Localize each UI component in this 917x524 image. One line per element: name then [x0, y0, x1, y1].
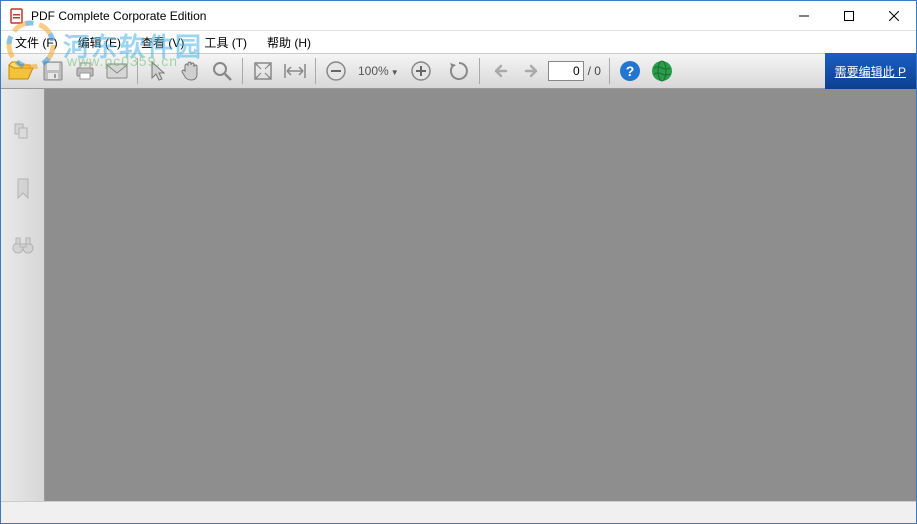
web-button[interactable]	[647, 56, 677, 86]
arrow-left-icon	[490, 62, 510, 80]
menu-view[interactable]: 查看 (V)	[131, 32, 194, 53]
next-page-button[interactable]	[517, 56, 547, 86]
email-button[interactable]	[102, 56, 132, 86]
plus-circle-icon	[410, 60, 432, 82]
menu-edit[interactable]: 编辑 (E)	[68, 32, 131, 53]
hand-icon	[179, 60, 201, 82]
printer-icon	[74, 60, 96, 82]
fit-width-button[interactable]	[280, 56, 310, 86]
window-title: PDF Complete Corporate Edition	[31, 9, 781, 23]
sidebar	[1, 89, 45, 501]
zoom-level-dropdown[interactable]: 100%▼	[352, 64, 405, 78]
titlebar: PDF Complete Corporate Edition	[1, 1, 916, 31]
menu-help[interactable]: 帮助 (H)	[257, 32, 321, 53]
help-button[interactable]: ?	[615, 56, 645, 86]
rotate-icon	[448, 60, 470, 82]
toolbar-separator	[242, 58, 243, 84]
zoom-out-button[interactable]	[321, 56, 351, 86]
fit-width-icon	[283, 62, 307, 80]
menubar: 文件 (F) 编辑 (E) 查看 (V) 工具 (T) 帮助 (H)	[1, 31, 916, 53]
document-viewport[interactable]	[45, 89, 916, 501]
toolbar-separator	[137, 58, 138, 84]
toolbar-separator	[609, 58, 610, 84]
page-total-label: / 0	[588, 64, 601, 78]
save-icon	[42, 60, 64, 82]
statusbar	[1, 501, 916, 523]
help-icon: ?	[619, 60, 641, 82]
binoculars-icon	[11, 235, 35, 255]
fit-page-icon	[252, 60, 274, 82]
thumbnails-icon	[12, 122, 34, 144]
svg-text:?: ?	[626, 63, 635, 79]
open-button[interactable]	[6, 56, 36, 86]
cursor-icon	[149, 60, 167, 82]
close-button[interactable]	[871, 1, 916, 30]
hand-tool-button[interactable]	[175, 56, 205, 86]
minimize-button[interactable]	[781, 1, 826, 30]
select-tool-button[interactable]	[143, 56, 173, 86]
bookmarks-panel-button[interactable]	[9, 175, 37, 203]
toolbar-separator	[315, 58, 316, 84]
maximize-button[interactable]	[826, 1, 871, 30]
zoom-tool-button[interactable]	[207, 56, 237, 86]
toolbar-separator	[479, 58, 480, 84]
minus-circle-icon	[325, 60, 347, 82]
thumbnails-panel-button[interactable]	[9, 119, 37, 147]
search-panel-button[interactable]	[9, 231, 37, 259]
envelope-icon	[106, 62, 128, 80]
menu-file[interactable]: 文件 (F)	[5, 32, 68, 53]
fit-page-button[interactable]	[248, 56, 278, 86]
app-icon	[9, 8, 25, 24]
print-button[interactable]	[70, 56, 100, 86]
folder-open-icon	[8, 60, 34, 82]
arrow-right-icon	[522, 62, 542, 80]
magnifier-icon	[211, 60, 233, 82]
zoom-in-button[interactable]	[406, 56, 436, 86]
toolbar: 100%▼ / 0 ?	[1, 53, 916, 89]
bookmark-icon	[14, 177, 32, 201]
save-button[interactable]	[38, 56, 68, 86]
prev-page-button[interactable]	[485, 56, 515, 86]
chevron-down-icon: ▼	[391, 68, 399, 77]
zoom-value: 100%	[358, 64, 389, 78]
edit-pdf-banner[interactable]: 需要编辑此 P	[825, 53, 916, 89]
rotate-button[interactable]	[444, 56, 474, 86]
page-number-input[interactable]	[548, 61, 584, 81]
menu-tools[interactable]: 工具 (T)	[194, 32, 257, 53]
globe-icon	[651, 60, 673, 82]
main-area	[1, 89, 916, 501]
